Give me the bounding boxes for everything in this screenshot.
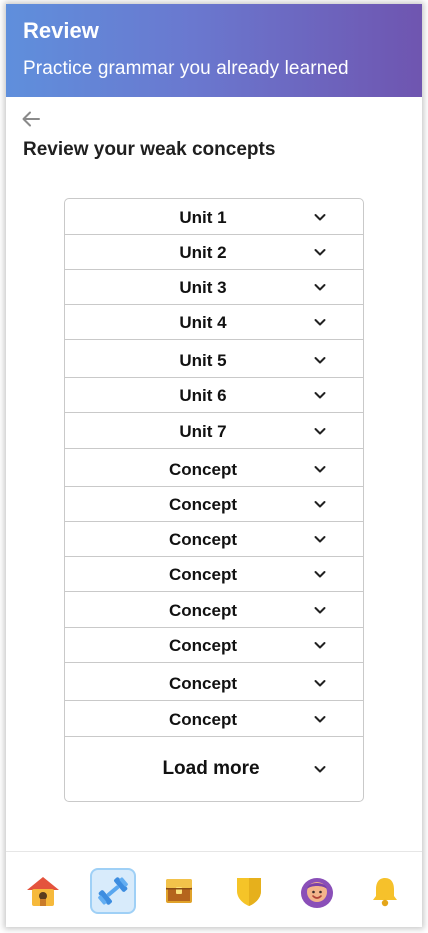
list-item-concept[interactable]: Concept	[65, 665, 363, 701]
list-item-label: Unit 2	[179, 243, 227, 262]
list-item-label: Unit 7	[179, 422, 227, 441]
chevron-down-icon	[314, 716, 326, 723]
page-title: Review	[23, 18, 99, 43]
chevron-down-icon	[314, 319, 326, 326]
list-item-unit-2[interactable]: Unit 2	[65, 234, 363, 270]
list-item-label: Unit 5	[179, 351, 227, 370]
list-item-label: Concept	[169, 710, 237, 729]
chevron-down-icon	[314, 214, 326, 221]
treasure-chest-icon	[166, 879, 192, 903]
page-subtitle: Practice grammar you already learned	[23, 58, 349, 79]
chevron-down-icon	[314, 607, 326, 614]
bell-icon	[373, 878, 397, 907]
arrow-left-icon	[22, 111, 40, 127]
list-item-unit-1[interactable]: Unit 1	[65, 199, 363, 235]
chevron-down-icon	[314, 766, 326, 773]
nav-rewards[interactable]	[156, 868, 202, 914]
avatar-icon	[301, 878, 333, 908]
list-item-label: Concept	[169, 495, 237, 514]
chevron-down-icon	[314, 249, 326, 256]
list-item-label: Concept	[169, 530, 237, 549]
back-button[interactable]	[20, 108, 42, 130]
chevron-down-icon	[314, 571, 326, 578]
list-item-unit-4[interactable]: Unit 4	[65, 304, 363, 340]
bottom-nav	[6, 851, 422, 927]
list-item-unit-6[interactable]: Unit 6	[65, 377, 363, 413]
list-item-label: Unit 1	[179, 208, 227, 227]
home-icon	[27, 877, 59, 906]
list-item-label: Concept	[169, 674, 237, 693]
chevron-down-icon	[314, 357, 326, 364]
nav-league[interactable]	[226, 868, 272, 914]
chevron-down-icon	[314, 501, 326, 508]
nav-notifications[interactable]	[362, 868, 408, 914]
list-item-concept[interactable]: Concept	[65, 701, 363, 737]
list-item-label: Unit 4	[179, 313, 227, 332]
list-item-concept[interactable]: Concept	[65, 556, 363, 592]
chevron-down-icon	[314, 466, 326, 473]
app-frame: Review Practice grammar you already lear…	[6, 4, 422, 927]
list-item-concept[interactable]: Concept	[65, 486, 363, 522]
load-more-button[interactable]: Load more	[65, 738, 363, 800]
chevron-down-icon	[314, 642, 326, 649]
list-item-concept[interactable]: Concept	[65, 521, 363, 557]
list-item-unit-3[interactable]: Unit 3	[65, 269, 363, 305]
list-item-label: Unit 6	[179, 386, 227, 405]
chevron-down-icon	[314, 428, 326, 435]
list-item-label: Concept	[169, 460, 237, 479]
chevron-down-icon	[314, 392, 326, 399]
concept-list: Unit 1 Unit 2 Unit 3 Unit 4 Unit 5 Unit …	[64, 198, 364, 802]
list-item-label: Concept	[169, 636, 237, 655]
chevron-down-icon	[314, 284, 326, 291]
dumbbell-icon	[98, 877, 128, 905]
list-item-label: Concept	[169, 565, 237, 584]
chevron-down-icon	[314, 536, 326, 543]
nav-home[interactable]	[20, 868, 66, 914]
list-item-concept[interactable]: Concept	[65, 592, 363, 628]
list-item-unit-5[interactable]: Unit 5	[65, 342, 363, 378]
section-heading: Review your weak concepts	[23, 139, 276, 160]
nav-profile[interactable]	[294, 868, 340, 914]
list-item-concept[interactable]: Concept	[65, 451, 363, 487]
nav-practice[interactable]	[90, 868, 136, 914]
chevron-down-icon	[314, 680, 326, 687]
list-item-label: Unit 3	[179, 278, 227, 297]
list-item-concept[interactable]: Concept	[65, 627, 363, 663]
list-item-unit-7[interactable]: Unit 7	[65, 413, 363, 449]
shield-icon	[237, 878, 261, 906]
list-item-label: Concept	[169, 601, 237, 620]
review-header: Review Practice grammar you already lear…	[6, 4, 422, 97]
